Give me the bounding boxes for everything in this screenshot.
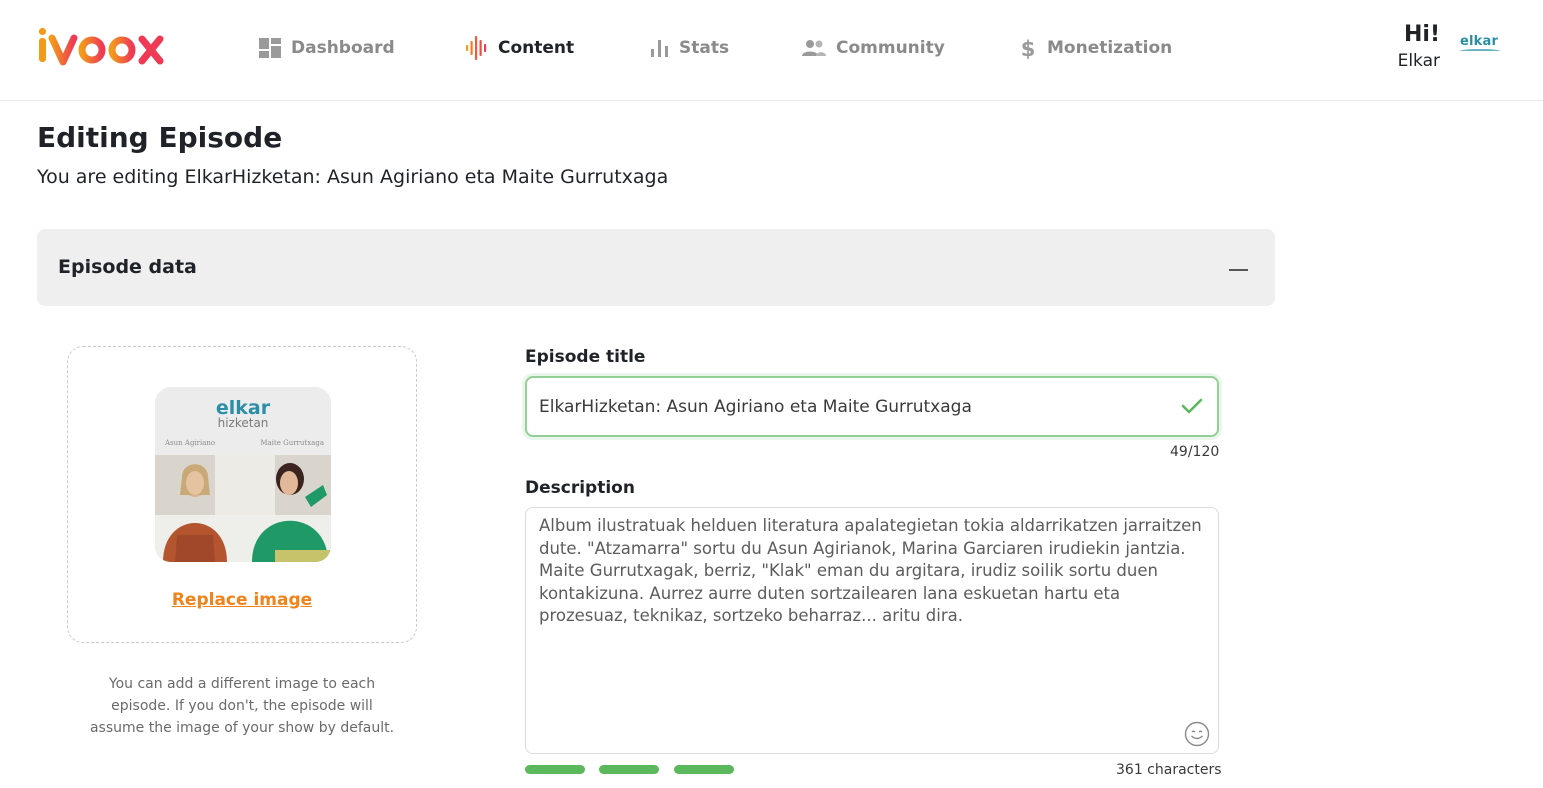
nav-monetization-label: Monetization (1047, 38, 1173, 58)
description-label: Description (525, 478, 635, 498)
cover-name-left: Asun Agiriano (165, 439, 216, 447)
page-subtitle: You are editing ElkarHizketan: Asun Agir… (37, 166, 669, 188)
top-navigation-bar: Dashboard Content Stats Community $ Mone… (0, 0, 1543, 101)
description-char-counter: 361 characters (1116, 762, 1222, 778)
cover-brand-sub: hizketan (217, 416, 269, 430)
episode-title-label: Episode title (525, 347, 646, 367)
image-help-text: You can add a different image to each ep… (89, 676, 395, 736)
title-char-counter: 49/120 (1170, 444, 1220, 460)
description-strength-bar-1 (525, 765, 585, 774)
check-icon (1181, 398, 1203, 414)
avatar-logo-text: elkar (1460, 34, 1499, 49)
ivoox-logo[interactable] (36, 26, 181, 66)
waveform-icon (466, 36, 487, 60)
episode-title-field[interactable] (525, 376, 1219, 437)
episode-image-dropzone[interactable]: elkar hizketan Asun Agiriano Maite Gurru… (67, 346, 417, 643)
nav-content-label: Content (498, 38, 575, 58)
episode-cover-image: elkar hizketan Asun Agiriano Maite Gurru… (155, 387, 331, 562)
nav-stats[interactable]: Stats (650, 34, 729, 62)
nav-stats-label: Stats (679, 38, 730, 58)
user-greeting: Hi! Elkar (1398, 22, 1440, 74)
nav-dashboard[interactable]: Dashboard (258, 34, 395, 62)
dashboard-icon (259, 38, 281, 58)
description-strength-bar-2 (599, 765, 659, 774)
nav-community[interactable]: Community (801, 34, 945, 62)
description-textarea[interactable]: Album ilustratuak helduen literatura apa… (539, 515, 1204, 628)
nav-community-label: Community (836, 38, 945, 58)
avatar-swoosh (1460, 49, 1500, 53)
username: Elkar (1397, 51, 1440, 71)
cover-photo (155, 455, 331, 562)
nav-dashboard-label: Dashboard (291, 38, 395, 58)
bar-chart-icon (651, 40, 668, 57)
dollar-icon: $ (1021, 37, 1036, 60)
nav-monetization[interactable]: $ Monetization (1018, 34, 1173, 62)
section-label: Episode data (58, 256, 197, 278)
cover-name-right: Maite Gurrutxaga (260, 439, 324, 447)
replace-image-link[interactable]: Replace image (68, 590, 416, 610)
episode-title-input[interactable] (539, 386, 1169, 428)
collapse-icon[interactable] (1229, 269, 1248, 271)
description-field[interactable]: Album ilustratuak helduen literatura apa… (525, 507, 1219, 754)
people-icon (802, 40, 826, 56)
nav-content[interactable]: Content (465, 34, 574, 62)
episode-data-section-header[interactable]: Episode data (37, 229, 1275, 306)
avatar[interactable]: elkar (1460, 30, 1504, 56)
description-strength-bar-3 (674, 765, 734, 774)
greeting-text: Hi! (1404, 22, 1440, 47)
svg-text:$: $ (1021, 37, 1036, 60)
page-title: Editing Episode (37, 121, 283, 154)
emoji-icon[interactable] (1184, 721, 1210, 747)
